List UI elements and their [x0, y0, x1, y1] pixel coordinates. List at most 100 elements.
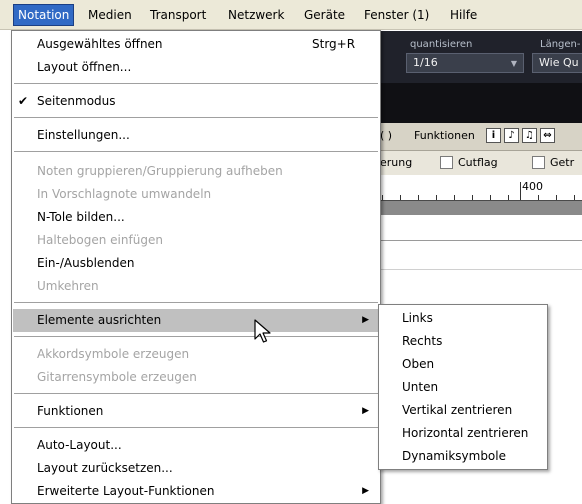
- submenu-item-oben[interactable]: Oben: [380, 353, 546, 376]
- menu-item-akkordsymbole[interactable]: Akkordsymbole erzeugen: [13, 343, 379, 366]
- menu-item-label: Gitarrensymbole erzeugen: [37, 370, 197, 384]
- length-label: Längen-: [540, 39, 581, 50]
- ruler-tick: [436, 195, 437, 200]
- menu-item-ausgewaehltes-oeffnen[interactable]: Ausgewähltes öffnen Strg+R: [13, 33, 379, 56]
- length-value: Wie Qu: [539, 56, 579, 69]
- ruler[interactable]: 400: [380, 175, 582, 201]
- submenu-item-vertikal-zentrieren[interactable]: Vertikal zentrieren: [380, 399, 546, 422]
- divider: [380, 269, 582, 270]
- menu-separator: [14, 302, 378, 303]
- menu-item-label: Funktionen: [37, 404, 104, 418]
- menu-item-label: Vertikal zentrieren: [402, 403, 513, 417]
- ruler-tick: [454, 195, 455, 200]
- menu-item-label: Umkehren: [37, 279, 99, 293]
- ruler-tick: [418, 195, 419, 200]
- menu-item-layout-oeffnen[interactable]: Layout öffnen...: [13, 56, 379, 79]
- menu-separator: [14, 427, 378, 428]
- submenu-item-dynamiksymbole[interactable]: Dynamiksymbole: [380, 445, 546, 468]
- menu-item-noten-gruppieren[interactable]: Noten gruppieren/Gruppierung aufheben: [13, 160, 379, 183]
- ruler-tick: [508, 195, 509, 200]
- menu-item-ein-ausblenden[interactable]: Ein-/Ausblenden: [13, 252, 379, 275]
- functions-toolbar: ( ) Funktionen i ♪ ♫ ⇔: [380, 123, 582, 151]
- ruler-number: 400: [522, 180, 543, 193]
- dark-toolbar: [380, 83, 582, 123]
- getr-label: Getr: [550, 156, 575, 169]
- quantize-select[interactable]: 1/16 ▼: [406, 53, 524, 73]
- ruler-tick-major: [520, 182, 521, 200]
- submenu-item-links[interactable]: Links: [380, 307, 546, 330]
- menu-item-label: Ein-/Ausblenden: [37, 256, 135, 270]
- menu-item-label: Einstellungen...: [37, 128, 130, 142]
- menu-fenster[interactable]: Fenster (1): [360, 5, 433, 25]
- menu-item-layout-zuruecksetzen[interactable]: Layout zurücksetzen...: [13, 457, 379, 480]
- menu-bar: Notation Medien Transport Netzwerk Gerät…: [0, 0, 582, 30]
- menu-item-elemente-ausrichten[interactable]: Elemente ausrichten ▶: [13, 309, 379, 332]
- menu-separator: [14, 117, 378, 118]
- menu-medien[interactable]: Medien: [84, 5, 136, 25]
- menu-separator: [14, 83, 378, 84]
- menu-item-label: In Vorschlagnote umwandeln: [37, 187, 212, 201]
- cutflag-label: Cutflag: [458, 156, 498, 169]
- ruler-tick: [538, 195, 539, 200]
- menu-item-label: Erweiterte Layout-Funktionen: [37, 484, 215, 498]
- menu-transport[interactable]: Transport: [146, 5, 210, 25]
- menu-separator: [14, 336, 378, 337]
- info-toolbar: quantisieren 1/16 ▼ Längen- Wie Qu: [380, 31, 582, 83]
- menu-item-n-tole-bilden[interactable]: N-Tole bilden...: [13, 206, 379, 229]
- spacing-tool-button[interactable]: ⇔: [540, 128, 555, 143]
- menu-item-einstellungen[interactable]: Einstellungen...: [13, 124, 379, 147]
- menu-geraete[interactable]: Geräte: [300, 5, 349, 25]
- menu-separator: [14, 151, 378, 152]
- menu-item-haltebogen[interactable]: Haltebogen einfügen: [13, 229, 379, 252]
- toolbar-bracket: ( ): [380, 129, 393, 142]
- info-button[interactable]: i: [486, 128, 501, 143]
- ruler-tick: [382, 195, 383, 200]
- divider: [380, 240, 582, 241]
- menu-item-label: Layout öffnen...: [37, 60, 132, 74]
- menu-item-label: Haltebogen einfügen: [37, 233, 163, 247]
- menu-item-funktionen[interactable]: Funktionen ▶: [13, 400, 379, 423]
- menu-item-auto-layout[interactable]: Auto-Layout...: [13, 434, 379, 457]
- submenu-item-horizontal-zentrieren[interactable]: Horizontal zentrieren: [380, 422, 546, 445]
- menu-netzwerk[interactable]: Netzwerk: [224, 5, 288, 25]
- quantize-label: quantisieren: [410, 39, 473, 50]
- triangle-right-icon: ▶: [362, 486, 369, 496]
- shortcut-label: Strg+R: [312, 37, 356, 51]
- submenu-item-rechts[interactable]: Rechts: [380, 330, 546, 353]
- length-select[interactable]: Wie Qu: [532, 53, 582, 73]
- ruler-tick: [574, 195, 575, 200]
- menu-item-label: Layout zurücksetzen...: [37, 461, 173, 475]
- menu-item-umkehren[interactable]: Umkehren: [13, 275, 379, 298]
- align-elements-submenu: Links Rechts Oben Unten Vertikal zentrie…: [378, 304, 548, 470]
- check-mark-icon: ✔: [18, 94, 29, 108]
- menu-item-label: Ausgewähltes öffnen: [37, 37, 163, 51]
- ruler-tick: [400, 195, 401, 200]
- quantize-value: 1/16: [413, 56, 438, 69]
- menu-item-gitarrensymbole[interactable]: Gitarrensymbole erzeugen: [13, 366, 379, 389]
- ruler-tick: [556, 195, 557, 200]
- menu-item-erweiterte-layout-funktionen[interactable]: Erweiterte Layout-Funktionen ▶: [13, 480, 379, 503]
- submenu-item-unten[interactable]: Unten: [380, 376, 546, 399]
- note-tool-button[interactable]: ♪: [504, 128, 519, 143]
- menu-item-vorschlagnote[interactable]: In Vorschlagnote umwandeln: [13, 183, 379, 206]
- menu-item-label: Elemente ausrichten: [37, 313, 162, 327]
- getr-checkbox[interactable]: [532, 156, 545, 169]
- functions-label: Funktionen: [414, 129, 475, 142]
- menu-item-seitenmodus[interactable]: ✔ Seitenmodus: [13, 90, 379, 113]
- menu-item-label: Seitenmodus: [37, 94, 116, 108]
- menu-hilfe[interactable]: Hilfe: [446, 5, 481, 25]
- menu-notation[interactable]: Notation: [13, 4, 75, 26]
- horizontal-scrollbar[interactable]: [380, 201, 582, 215]
- menu-item-label: Links: [402, 311, 433, 325]
- menu-item-label: Horizontal zentrieren: [402, 426, 529, 440]
- menu-item-label: Oben: [402, 357, 435, 371]
- grouping-label: erung: [380, 156, 413, 169]
- menu-item-label: Rechts: [402, 334, 443, 348]
- menu-item-label: Noten gruppieren/Gruppierung aufheben: [37, 164, 283, 178]
- cutflag-checkbox[interactable]: [440, 156, 453, 169]
- menu-item-label: N-Tole bilden...: [37, 210, 125, 224]
- group-tool-button[interactable]: ♫: [522, 128, 537, 143]
- menu-separator: [14, 393, 378, 394]
- arrow-pointer-icon: [254, 319, 271, 343]
- ruler-tick: [472, 195, 473, 200]
